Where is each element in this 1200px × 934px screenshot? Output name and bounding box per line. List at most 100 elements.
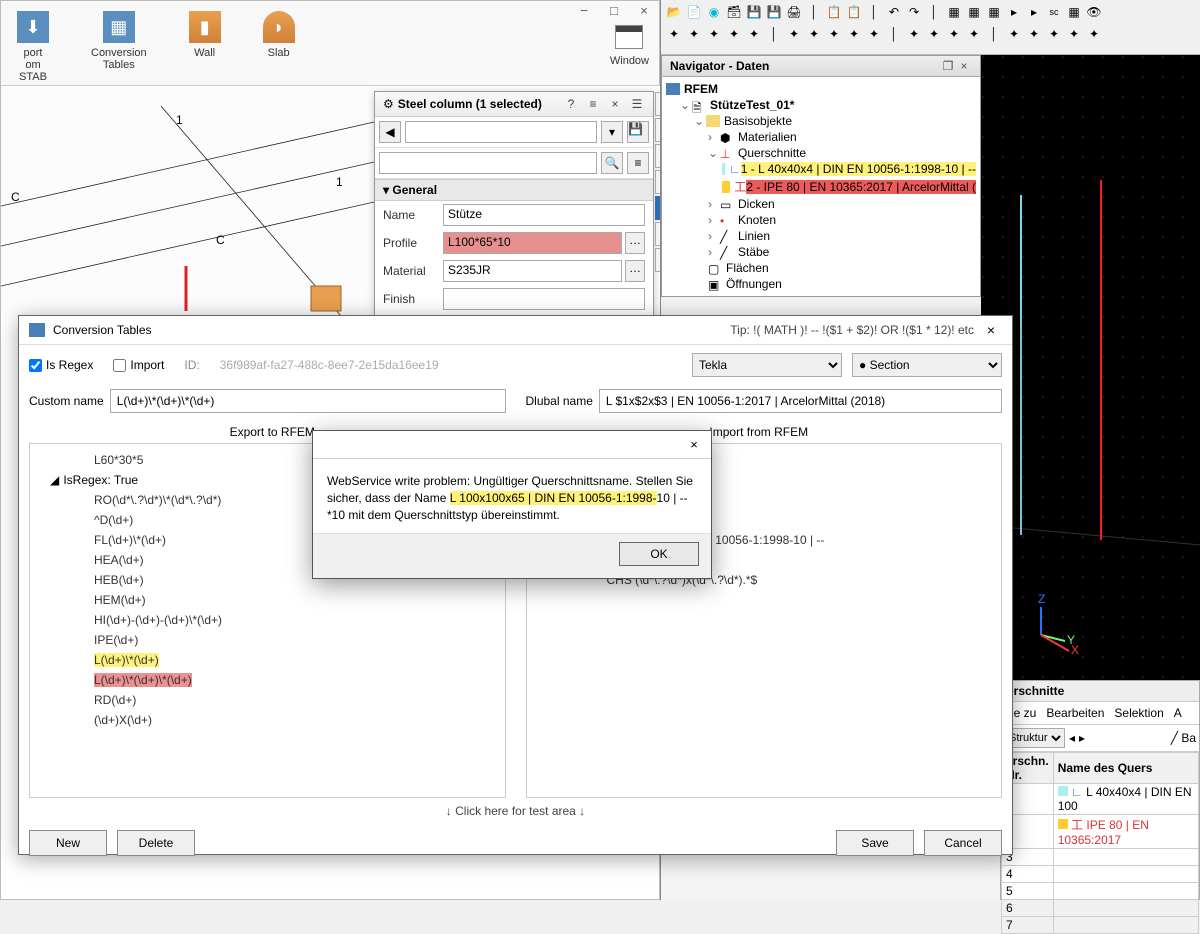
tb-icon[interactable]: 📋 — [845, 3, 863, 21]
table-row[interactable]: 6 — [1002, 900, 1199, 917]
menu-icon[interactable]: ☰ — [629, 96, 645, 112]
tb-icon[interactable]: ✦ — [945, 25, 963, 43]
tree-root[interactable]: RFEM — [684, 82, 718, 96]
material-more-button[interactable]: … — [625, 260, 645, 282]
program-select[interactable]: Tekla — [692, 353, 842, 377]
section-general[interactable]: ▾ General — [375, 179, 653, 201]
minimize-icon[interactable]: − — [569, 0, 599, 21]
tb-icon[interactable]: 🖨 — [785, 3, 803, 21]
list-item[interactable]: RD(\d+) — [34, 690, 501, 710]
tb-icon[interactable]: ↷ — [905, 3, 923, 21]
tb-icon[interactable]: ✦ — [705, 25, 723, 43]
close-icon[interactable]: × — [607, 96, 623, 112]
tb-icon[interactable]: ✦ — [1005, 25, 1023, 43]
tb-icon[interactable]: ↶ — [885, 3, 903, 21]
table-row[interactable]: 2 工 IPE 80 | EN 10365:2017 — [1002, 815, 1199, 849]
tb-icon[interactable]: 📂 — [665, 3, 683, 21]
ribbon-import[interactable]: ⬇ port om STAB — [11, 5, 55, 89]
3d-view[interactable]: Z Y X — [981, 55, 1200, 695]
tb-icon[interactable]: ▦ — [945, 3, 963, 21]
struktur-select[interactable]: Struktur — [1004, 728, 1065, 748]
is-regex-checkbox[interactable]: Is Regex — [29, 358, 93, 372]
close-icon[interactable]: × — [980, 322, 1002, 338]
tb-icon[interactable]: sc — [1045, 3, 1063, 21]
table-row[interactable]: 3 — [1002, 849, 1199, 866]
dlubal-name-input[interactable] — [599, 389, 1002, 413]
tb-icon[interactable]: ✦ — [845, 25, 863, 43]
tree-q1[interactable]: 1 - L 40x40x4 | DIN EN 10056-1:1998-10 |… — [741, 162, 976, 176]
restore-icon[interactable]: ❐ — [940, 59, 956, 73]
test-area-hint[interactable]: ↓ Click here for test area ↓ — [19, 798, 1012, 824]
tb-icon[interactable]: ✦ — [1045, 25, 1063, 43]
ribbon-window-group[interactable]: Window — [610, 7, 649, 67]
tree-querschnitte[interactable]: Querschnitte — [738, 146, 806, 160]
ok-button[interactable]: OK — [619, 542, 699, 566]
tb-icon[interactable]: ◉ — [705, 3, 723, 21]
save-icon[interactable]: 💾 — [627, 121, 649, 143]
profile-more-button[interactable]: … — [625, 232, 645, 254]
next-icon[interactable]: ▸ — [1079, 731, 1085, 745]
tb-icon[interactable]: ✦ — [685, 25, 703, 43]
list-icon[interactable]: ≡ — [585, 96, 601, 112]
tree-q2[interactable]: 2 - IPE 80 | EN 10365:2017 | ArcelorMitt… — [746, 180, 976, 194]
close-icon[interactable]: × — [685, 437, 703, 452]
new-button[interactable]: New — [29, 830, 107, 856]
list-item[interactable]: L(\d+)\*(\d+) — [94, 653, 159, 667]
table-row[interactable]: 7 — [1002, 917, 1199, 934]
ribbon-wall[interactable]: ▮ Wall — [183, 5, 227, 65]
tree-materialien[interactable]: Materialien — [738, 130, 797, 144]
tree-knoten[interactable]: Knoten — [738, 213, 776, 227]
tb-icon[interactable]: ▸ — [1025, 3, 1043, 21]
tb-icon[interactable]: ✦ — [865, 25, 883, 43]
tree-linien[interactable]: Linien — [738, 229, 770, 243]
table-row[interactable]: 5 — [1002, 883, 1199, 900]
name-field[interactable]: Stütze — [443, 204, 645, 226]
search-icon[interactable]: 🔍 — [601, 152, 623, 174]
list-item-selected[interactable]: L(\d+)\*(\d+)\*(\d+) — [94, 673, 192, 687]
tree-oeffnungen[interactable]: Öffnungen — [726, 277, 782, 291]
tb-icon[interactable]: ▸ — [1005, 3, 1023, 21]
dropdown-button[interactable]: ▾ — [601, 121, 623, 143]
profile-field[interactable]: L100*65*10 — [443, 232, 622, 254]
prev-icon[interactable]: ◂ — [1069, 731, 1075, 745]
tab[interactable]: Bearbeiten — [1046, 706, 1104, 720]
list-item[interactable]: HI(\d+)-(\d+)-(\d+)\*(\d+) — [34, 610, 501, 630]
tb-icon[interactable]: ✦ — [1085, 25, 1103, 43]
table-row[interactable]: 4 — [1002, 866, 1199, 883]
list-item[interactable]: (\d+)X(\d+) — [34, 710, 501, 730]
delete-button[interactable]: Delete — [117, 830, 195, 856]
tb-icon[interactable]: ✦ — [1065, 25, 1083, 43]
tb-icon[interactable]: ✦ — [825, 25, 843, 43]
tb-icon[interactable]: ✦ — [805, 25, 823, 43]
tree-flaechen[interactable]: Flächen — [726, 261, 769, 275]
search-input[interactable] — [379, 152, 597, 174]
table-row[interactable]: 1 ∟ L 40x40x4 | DIN EN 100 — [1002, 784, 1199, 815]
finish-field[interactable] — [443, 288, 645, 310]
tb-icon[interactable]: ✦ — [1025, 25, 1043, 43]
import-checkbox[interactable]: Import — [113, 358, 164, 372]
list-item[interactable]: HEM(\d+) — [34, 590, 501, 610]
tb-icon[interactable]: 💾 — [745, 3, 763, 21]
prev-button[interactable]: ◀ — [379, 121, 401, 143]
tb-icon[interactable]: 💾 — [765, 3, 783, 21]
filter-icon[interactable]: ≡ — [627, 152, 649, 174]
close-icon[interactable]: × — [956, 59, 972, 73]
tree-basis[interactable]: Basisobjekte — [724, 114, 792, 128]
ribbon-conversion-tables[interactable]: ▦ Conversion Tables — [85, 5, 153, 77]
tb-icon[interactable]: 📋 — [825, 3, 843, 21]
tb-icon[interactable]: ✦ — [905, 25, 923, 43]
custom-name-input[interactable] — [110, 389, 506, 413]
list-item[interactable]: IPE(\d+) — [34, 630, 501, 650]
navigator-tree[interactable]: RFEM ⌄🗎StützeTest_01* ⌄Basisobjekte ›⬢Ma… — [662, 77, 980, 296]
tb-icon[interactable]: ✦ — [965, 25, 983, 43]
sections-table[interactable]: erschn. Nr.Name des Quers 1 ∟ L 40x40x4 … — [1001, 752, 1199, 934]
tb-icon[interactable]: ▦ — [965, 3, 983, 21]
tree-model[interactable]: StützeTest_01* — [710, 98, 794, 112]
tb-icon[interactable]: 👁 — [1085, 3, 1103, 21]
tab[interactable]: A — [1174, 706, 1182, 720]
tb-icon[interactable]: ✦ — [925, 25, 943, 43]
ba-icon[interactable]: ╱ Ba — [1171, 731, 1196, 745]
cancel-button[interactable]: Cancel — [924, 830, 1002, 856]
tb-icon[interactable]: ▦ — [985, 3, 1003, 21]
help-icon[interactable]: ? — [563, 96, 579, 112]
